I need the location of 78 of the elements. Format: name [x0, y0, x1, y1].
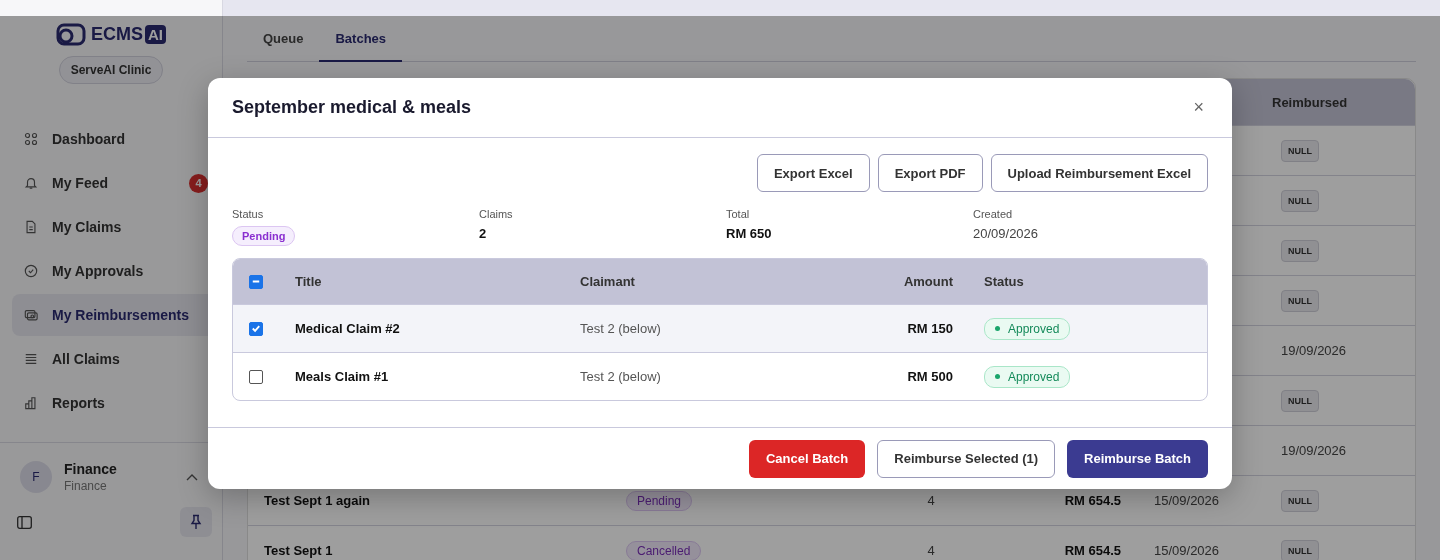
logo-badge: AI	[145, 24, 166, 44]
tab[interactable]: Queue	[247, 22, 320, 61]
logo-icon	[56, 22, 86, 46]
document-icon	[24, 220, 38, 234]
action-button[interactable]: Cancel Batch	[748, 439, 866, 478]
bell-icon	[24, 176, 38, 190]
table-cell: RM 654.5	[1064, 493, 1121, 508]
organization-pill[interactable]: ServeAI Clinic	[58, 56, 164, 84]
action-button[interactable]: Reimburse Batch	[1067, 439, 1208, 478]
row-checkbox[interactable]	[249, 369, 263, 384]
column-header: Claimant	[580, 274, 636, 289]
null-badge: NULL	[1281, 489, 1319, 512]
cash-icon	[24, 308, 38, 322]
field-value: 2	[479, 226, 487, 241]
grid-icon	[24, 132, 38, 146]
field-value: 20/09/2026	[973, 226, 1039, 241]
logo-text: ECMS	[91, 23, 143, 45]
table-cell: Test Sept 1	[264, 543, 333, 558]
chevron-up-icon[interactable]	[186, 473, 198, 481]
table-cell: RM 150	[907, 321, 953, 336]
table-cell: 4	[927, 543, 935, 558]
status-badge: Approved	[984, 317, 1071, 340]
table-cell: 19/09/2026	[1281, 343, 1347, 358]
table-cell: 15/09/2026	[1154, 493, 1220, 508]
tab[interactable]: Batches	[319, 22, 403, 62]
bar-chart-icon	[24, 396, 38, 410]
null-badge: NULL	[1281, 139, 1319, 162]
sidebar-toggle-icon[interactable]	[17, 515, 32, 529]
select-all-checkbox[interactable]	[249, 274, 263, 289]
null-badge: NULL	[1281, 239, 1319, 262]
field-label: Claims	[479, 208, 513, 220]
field-value: RM 650	[726, 226, 772, 241]
table-cell: Medical Claim #2	[295, 321, 400, 336]
count-badge: 4	[189, 173, 208, 193]
column-header: Amount	[902, 274, 953, 289]
pin-button[interactable]	[180, 507, 212, 537]
nav-item[interactable]: My Approvals	[12, 250, 222, 292]
row-checkbox[interactable]	[249, 321, 263, 336]
close-button[interactable]: ×	[1189, 97, 1208, 118]
nav-item[interactable]: Reports	[12, 382, 222, 424]
dialog-title: September medical & meals	[232, 97, 472, 118]
action-button[interactable]: Reimburse Selected (1)	[877, 439, 1056, 478]
null-badge: NULL	[1281, 389, 1319, 412]
pin-icon	[190, 514, 202, 530]
column-header: Title	[295, 274, 323, 289]
table-cell: RM 654.5	[1064, 543, 1121, 558]
user-role: Finance	[64, 479, 108, 493]
null-badge: NULL	[1281, 189, 1319, 212]
nav-item[interactable]: All Claims	[12, 338, 222, 380]
table-cell: Test 2 (below)	[580, 321, 661, 336]
status-badge: Pending	[232, 226, 296, 246]
table-cell: 4	[927, 493, 935, 508]
status-badge: Pending	[626, 490, 693, 511]
nav-item[interactable]: My Claims	[12, 206, 222, 248]
export-button[interactable]: Upload Reimbursement Excel	[990, 154, 1208, 192]
status-badge: Approved	[984, 365, 1071, 388]
status-badge: Cancelled	[626, 540, 702, 560]
nav-item[interactable]: My Feed 4	[12, 162, 222, 204]
null-badge: NULL	[1281, 539, 1319, 560]
check-circle-icon	[24, 264, 38, 278]
table-cell: 19/09/2026	[1281, 443, 1347, 458]
table-cell: Test 2 (below)	[580, 369, 661, 384]
field-label: Created	[973, 208, 1013, 220]
field-label: Total	[726, 208, 750, 220]
null-badge: NULL	[1281, 289, 1319, 312]
table-cell: Meals Claim #1	[295, 369, 389, 384]
table-cell: Test Sept 1 again	[264, 493, 370, 508]
field-label: Status	[232, 208, 264, 220]
avatar: F	[20, 461, 52, 493]
table-cell: RM 500	[907, 369, 953, 384]
column-header: Status	[983, 274, 1024, 289]
column-header: Reimbursed	[1272, 94, 1349, 110]
export-button[interactable]: Export PDF	[877, 154, 983, 192]
export-button[interactable]: Export Excel	[756, 154, 870, 192]
nav-item[interactable]: Dashboard	[12, 118, 222, 160]
table-cell: 15/09/2026	[1154, 543, 1220, 558]
user-name: Finance	[64, 461, 118, 477]
list-icon	[24, 352, 38, 366]
